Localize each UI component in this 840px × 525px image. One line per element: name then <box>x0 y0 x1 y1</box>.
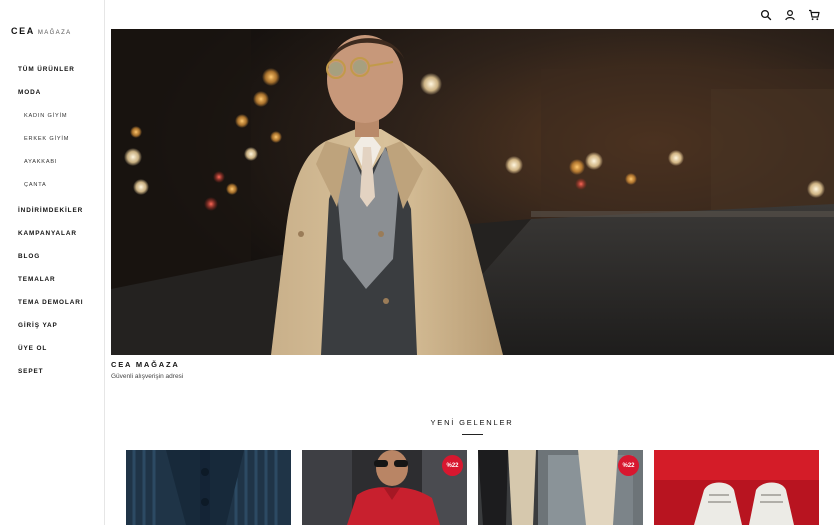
logo[interactable]: CEA MAĞAZA <box>11 21 72 39</box>
hero-image[interactable] <box>111 29 834 355</box>
new-arrivals-title: YENİ GELENLER <box>430 418 514 427</box>
nav-mens-clothing[interactable]: ERKEK GİYİM <box>24 136 69 142</box>
hero-title: CEA MAĞAZA <box>111 360 180 369</box>
product-card[interactable]: %22 <box>478 450 643 525</box>
nav-shoes[interactable]: AYAKKABI <box>24 159 57 165</box>
nav-cart[interactable]: SEPET <box>18 368 43 375</box>
discount-badge: %22 <box>442 455 463 476</box>
nav-login[interactable]: GİRİŞ YAP <box>18 322 58 329</box>
logo-name: CEA <box>11 26 35 36</box>
search-icon[interactable] <box>760 9 772 21</box>
top-bar <box>105 0 840 29</box>
nav-register[interactable]: ÜYE OL <box>18 345 47 352</box>
product-card[interactable]: %22 <box>302 450 467 525</box>
nav-womens-clothing[interactable]: KADIN GİYİM <box>24 113 67 119</box>
user-icon[interactable] <box>784 9 796 21</box>
product-card[interactable] <box>126 450 291 525</box>
nav-campaigns[interactable]: KAMPANYALAR <box>18 230 77 237</box>
nav-themes[interactable]: TEMALAR <box>18 276 56 283</box>
nav-fashion[interactable]: MODA <box>18 89 41 96</box>
section-divider <box>462 434 483 435</box>
nav-blog[interactable]: BLOG <box>18 253 40 260</box>
nav-bags[interactable]: ÇANTA <box>24 182 47 188</box>
cart-icon[interactable] <box>808 9 820 21</box>
product-card[interactable] <box>654 450 819 525</box>
discount-badge: %22 <box>618 455 639 476</box>
sidebar: CEA MAĞAZA TÜM ÜRÜNLER MODA KADIN GİYİM E… <box>0 0 105 525</box>
nav-all-products[interactable]: TÜM ÜRÜNLER <box>18 66 75 73</box>
nav-discounted[interactable]: İNDİRİMDEKİLER <box>18 207 83 214</box>
hero-subtitle: Güvenli alışverişin adresi <box>111 373 184 380</box>
nav-theme-demos[interactable]: TEMA DEMOLARI <box>18 299 83 306</box>
logo-subtitle: MAĞAZA <box>37 30 72 36</box>
